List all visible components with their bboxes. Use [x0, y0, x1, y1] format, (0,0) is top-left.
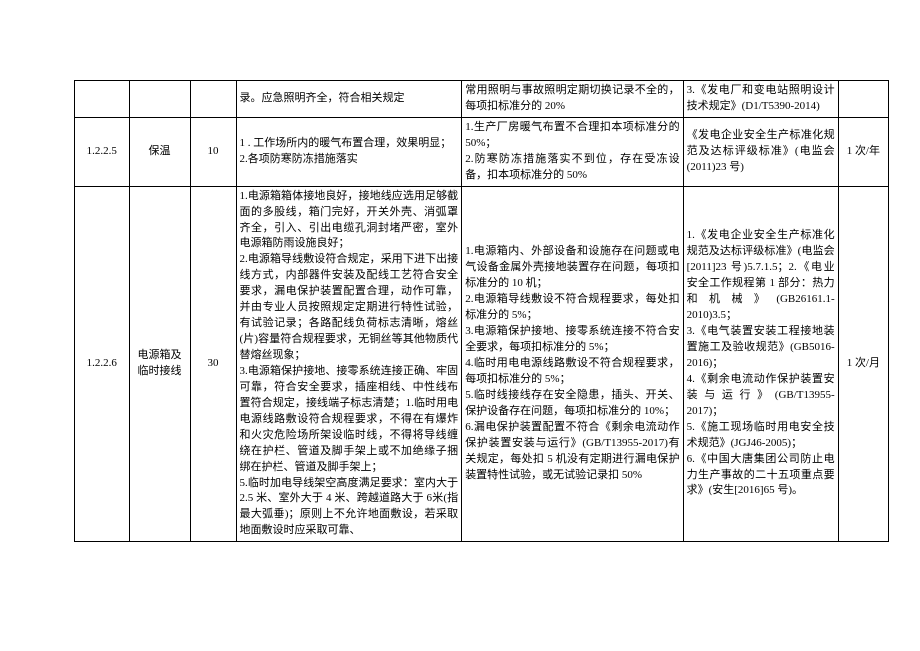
- cell-score: 30: [190, 186, 236, 542]
- table-row: 1.2.2.5 保温 10 1 . 工作场所内的暖气布置合理，效果明显；2.各项…: [75, 117, 889, 186]
- cell-score: [190, 81, 236, 118]
- table-row: 录。应急照明齐全，符合相关规定 常用照明与事故照明定期切换记录不全的，每项扣标准…: [75, 81, 889, 118]
- cell-score: 10: [190, 117, 236, 186]
- cell-reference: 1.《发电企业安全生产标准化规范及达标评级标准》(电监会[2011]23 号)5…: [683, 186, 838, 542]
- cell-freq: 1 次/年: [838, 117, 888, 186]
- cell-standard: 1.电源箱箱体接地良好，接地线应选用足够截面的多股线，箱门完好，开关外壳、消弧罩…: [236, 186, 462, 542]
- cell-deduction: 1.电源箱内、外部设备和设施存在问题或电气设备金属外壳接地装置存在问题，每项扣标…: [462, 186, 683, 542]
- cell-reference: 《发电企业安全生产标准化规范及达标评级标准》(电监会 (2011)23 号): [683, 117, 838, 186]
- cell-id: [75, 81, 130, 118]
- cell-item: 电源箱及临时接线: [129, 186, 190, 542]
- document-page: 录。应急照明齐全，符合相关规定 常用照明与事故照明定期切换记录不全的，每项扣标准…: [0, 0, 920, 651]
- cell-reference: 3.《发电厂和变电站照明设计技术规定》(D1/T5390-2014): [683, 81, 838, 118]
- cell-item: 保温: [129, 117, 190, 186]
- cell-id: 1.2.2.6: [75, 186, 130, 542]
- cell-standard: 录。应急照明齐全，符合相关规定: [236, 81, 462, 118]
- table-row: 1.2.2.6 电源箱及临时接线 30 1.电源箱箱体接地良好，接地线应选用足够…: [75, 186, 889, 542]
- cell-deduction: 常用照明与事故照明定期切换记录不全的，每项扣标准分的 20%: [462, 81, 683, 118]
- standards-table: 录。应急照明齐全，符合相关规定 常用照明与事故照明定期切换记录不全的，每项扣标准…: [74, 80, 889, 542]
- cell-freq: [838, 81, 888, 118]
- cell-id: 1.2.2.5: [75, 117, 130, 186]
- cell-freq: 1 次/月: [838, 186, 888, 542]
- cell-deduction: 1.生产厂房暖气布置不合理扣本项标准分的50%；2.防寒防冻措施落实不到位，存在…: [462, 117, 683, 186]
- cell-item: [129, 81, 190, 118]
- cell-standard: 1 . 工作场所内的暖气布置合理，效果明显；2.各项防寒防冻措施落实: [236, 117, 462, 186]
